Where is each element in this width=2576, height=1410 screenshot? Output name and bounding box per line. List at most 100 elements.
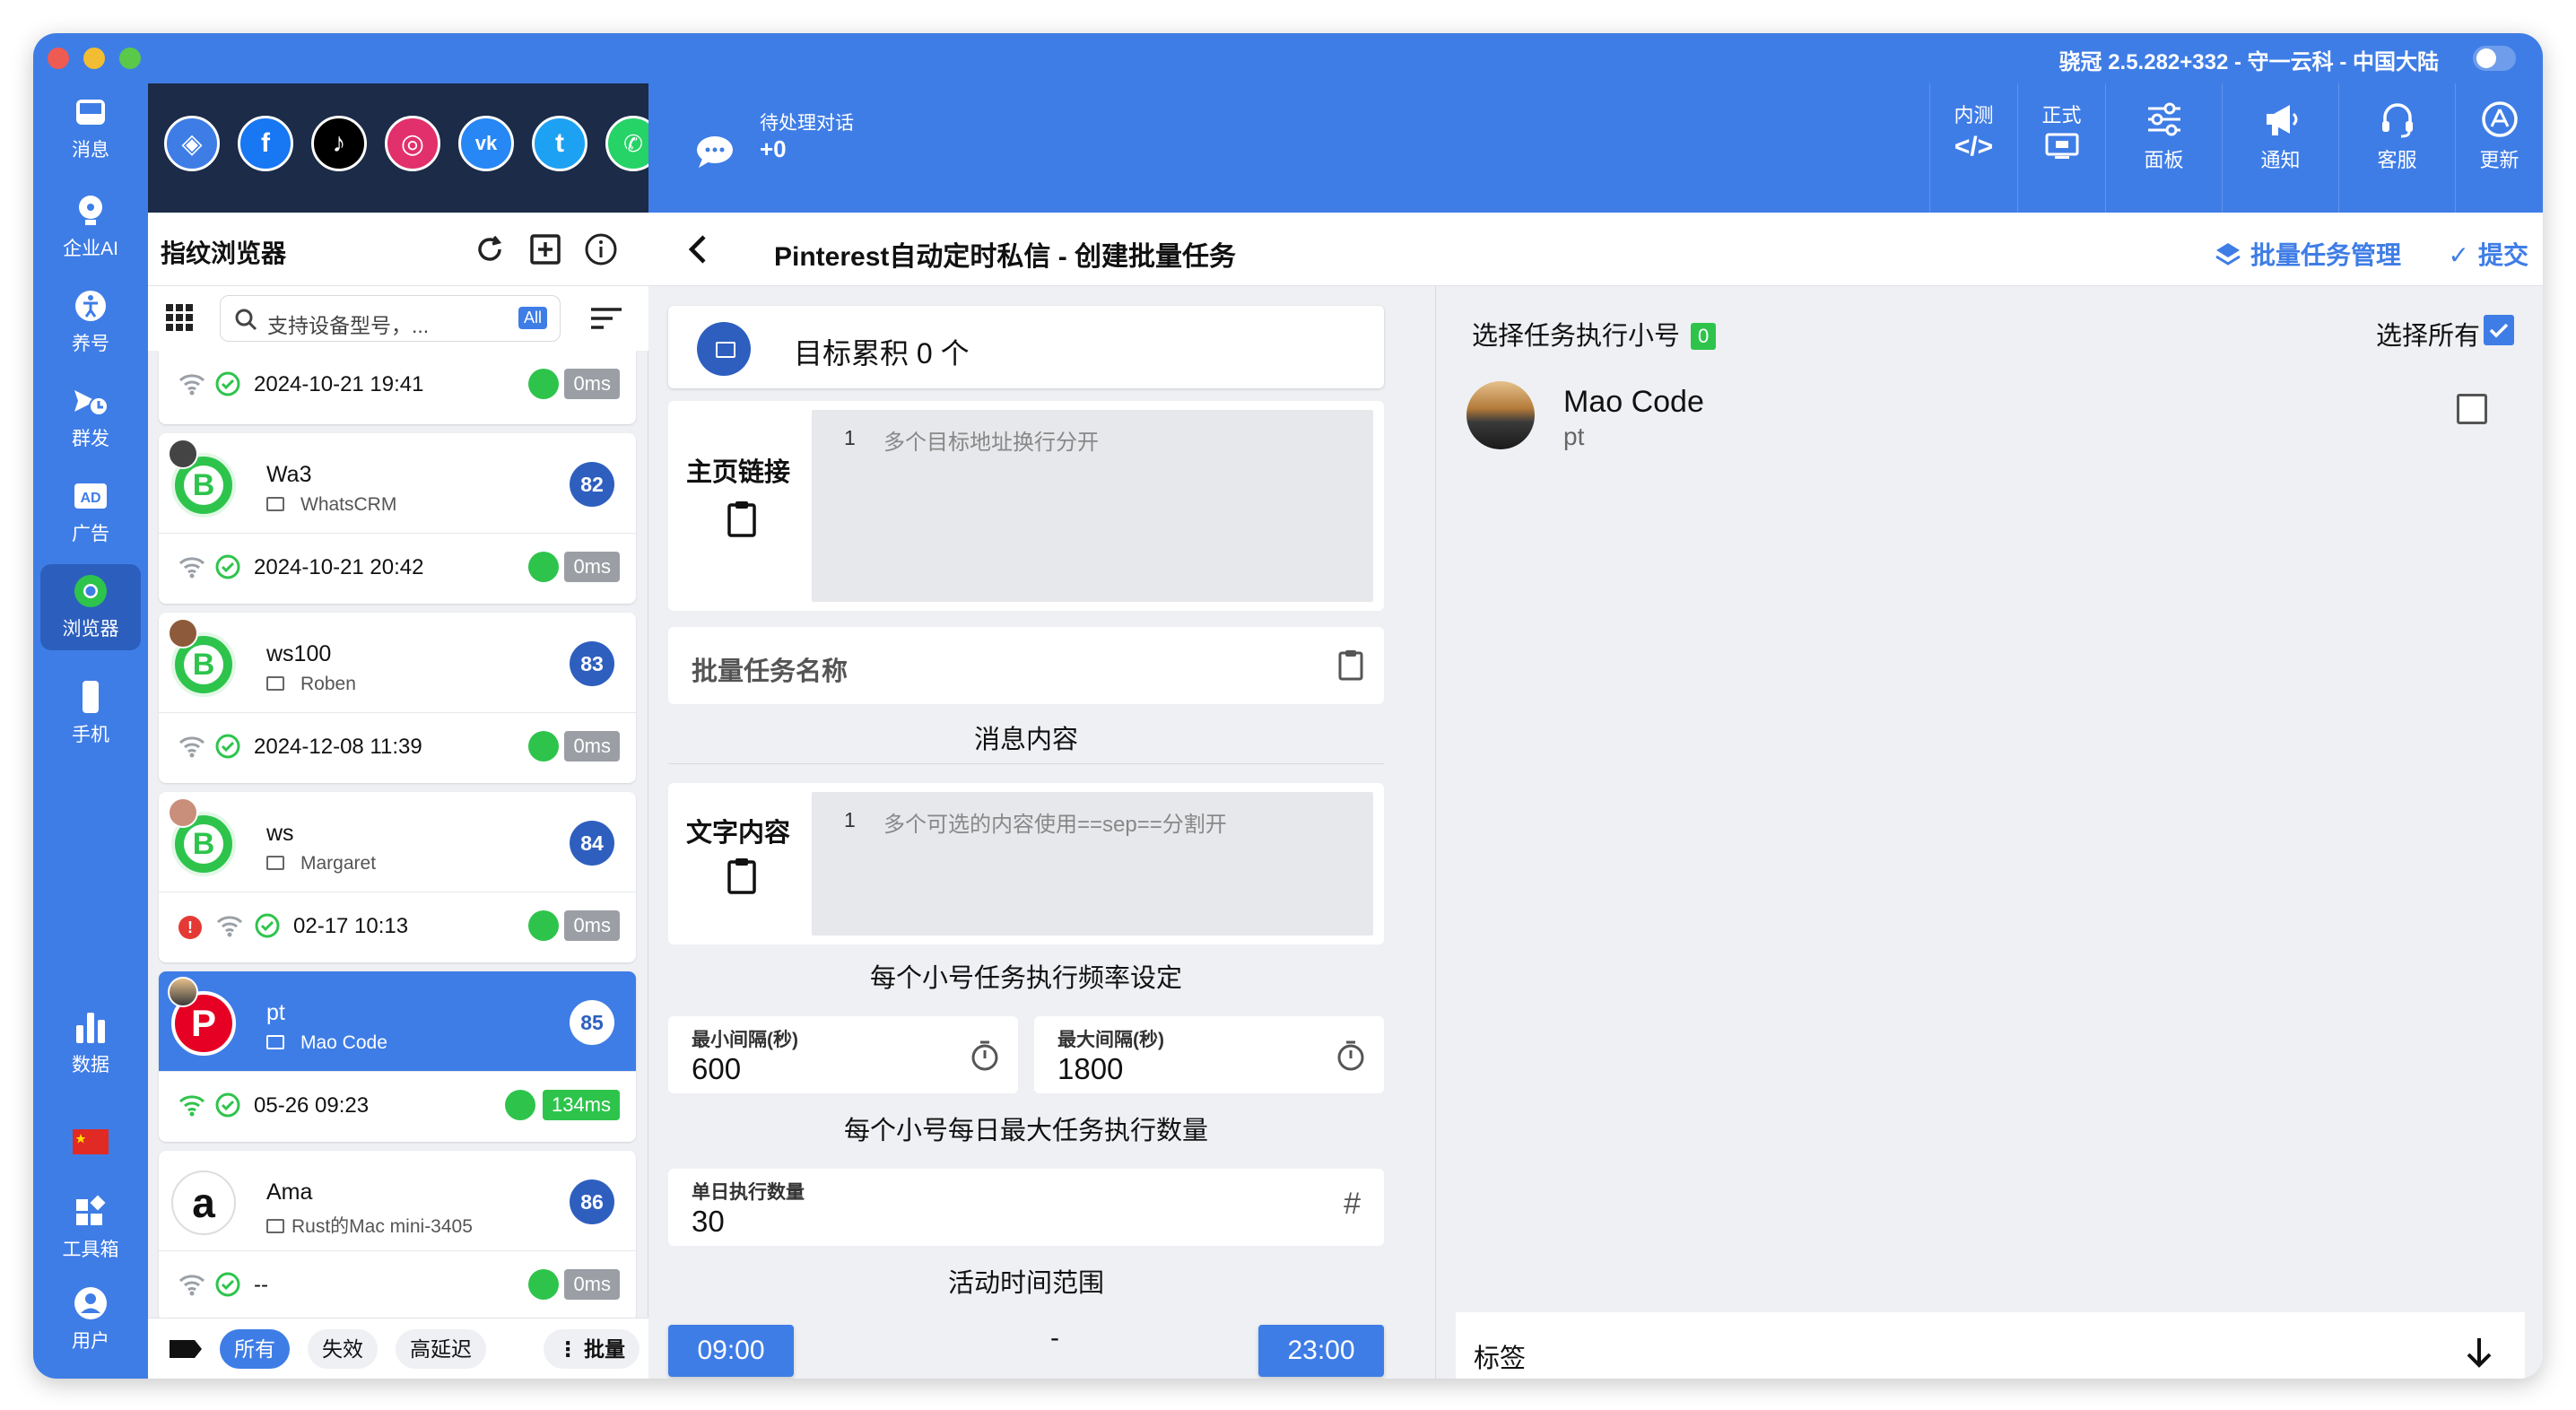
end-time-button[interactable]: 23:00 xyxy=(1258,1325,1384,1377)
search-scope-badge[interactable]: All xyxy=(518,307,547,329)
nav-nurture[interactable]: 养号 xyxy=(40,288,141,356)
latency-badge: 0ms xyxy=(564,910,620,941)
filter-all-chip[interactable]: 所有 xyxy=(220,1329,290,1369)
tag-icon[interactable] xyxy=(168,1336,204,1362)
message-content-heading: 消息内容 xyxy=(973,726,1078,754)
select-all-label[interactable]: 选择所有 xyxy=(2376,315,2480,352)
laptop-icon xyxy=(266,1219,284,1233)
profile-owner: Mao Code xyxy=(266,1032,387,1054)
search-placeholder: 支持设备型号，... xyxy=(267,314,430,337)
tag-select[interactable]: 标签 xyxy=(1456,1312,2525,1379)
profile-card-selected[interactable]: P pt Mao Code 85 05-26 09:23 134ms xyxy=(159,971,636,1142)
verified-icon xyxy=(255,913,280,938)
select-all-checkbox[interactable] xyxy=(2484,315,2514,345)
min-interval-field[interactable]: 最小间隔(秒) 600 xyxy=(668,1016,1018,1093)
laptop-icon xyxy=(266,497,284,511)
account-name: Mao Code xyxy=(1563,385,1704,419)
profile-name: Wa3 xyxy=(266,462,312,487)
profile-card-partial[interactable]: 2024-10-21 19:41 0ms xyxy=(159,351,636,424)
submit-button[interactable]: ✓ 提交 xyxy=(2449,236,2528,272)
profile-card[interactable]: a Ama Rust的Mac mini-3405 86 -- 0ms xyxy=(159,1151,636,1321)
verified-icon xyxy=(215,1272,240,1297)
nav-browser[interactable]: 浏览器 xyxy=(40,564,141,650)
profile-number-badge: 86 xyxy=(570,1179,614,1224)
latency-badge: 0ms xyxy=(564,552,620,582)
account-selection-panel: 选择任务执行小号 0 选择所有 Mao Code pt 标签 xyxy=(1436,286,2543,1379)
wifi-icon xyxy=(178,736,205,758)
nav-phone[interactable]: 手机 xyxy=(40,679,141,747)
megaphone-icon xyxy=(2266,105,2297,135)
notifications-button[interactable]: 通知 xyxy=(2222,83,2338,213)
nav-user[interactable]: 用户 xyxy=(40,1285,141,1353)
nav-broadcast[interactable]: 群发 xyxy=(40,383,141,451)
close-window-button[interactable] xyxy=(48,48,69,69)
add-profile-icon[interactable] xyxy=(528,232,562,266)
account-checkbox[interactable] xyxy=(2457,394,2487,424)
nav-toolbox[interactable]: 工具箱 xyxy=(40,1194,141,1262)
daily-count-field[interactable]: 单日执行数量 30 # xyxy=(668,1169,1384,1246)
grid-view-icon[interactable] xyxy=(166,304,193,331)
latency-badge: 0ms xyxy=(564,369,620,399)
beta-channel-button[interactable]: 内测 </> xyxy=(1929,83,2017,213)
profile-card[interactable]: B Wa3 WhatsCRM 82 2024-10-21 20:42 0ms xyxy=(159,433,636,604)
chat-bubble-icon xyxy=(697,136,733,168)
profile-card[interactable]: B ws Margaret 84 ! 02-17 10:13 0ms xyxy=(159,792,636,962)
search-input[interactable]: 支持设备型号，... All xyxy=(220,295,561,342)
tiktok-icon[interactable]: ♪ xyxy=(311,116,367,171)
sort-icon[interactable] xyxy=(589,304,623,333)
theme-toggle[interactable] xyxy=(2473,46,2516,71)
instagram-icon[interactable]: ◎ xyxy=(385,116,440,171)
page-title: Pinterest自动定时私信 - 创建批量任务 xyxy=(774,242,1237,272)
back-arrow-icon[interactable] xyxy=(684,234,711,265)
panel-button[interactable]: 面板 xyxy=(2105,83,2222,213)
facebook-icon[interactable]: f xyxy=(238,116,293,171)
pending-conversations[interactable]: 待处理对话 +0 xyxy=(695,109,964,180)
zoom-window-button[interactable] xyxy=(119,48,141,69)
time-range-separator: - xyxy=(1050,1323,1059,1353)
nav-data[interactable]: 数据 xyxy=(40,1009,141,1077)
vk-icon[interactable]: vk xyxy=(458,116,514,171)
refresh-icon[interactable] xyxy=(473,232,507,266)
verified-icon xyxy=(215,734,240,759)
release-channel-button[interactable]: 正式 xyxy=(2017,83,2105,213)
monitor-icon xyxy=(2045,133,2078,159)
bulk-actions-button[interactable]: ⋮ 批量 xyxy=(543,1329,640,1369)
left-nav-rail: 消息 企业AI 养号 群发 AD 广告 浏览器 手机 数据 工具箱 用户 xyxy=(33,83,148,1379)
clipboard-icon[interactable] xyxy=(724,500,760,539)
clipboard-icon[interactable] xyxy=(1336,648,1366,681)
account-row[interactable]: Mao Code pt xyxy=(1456,372,2525,467)
nav-messages[interactable]: 消息 xyxy=(40,94,141,162)
minimize-window-button[interactable] xyxy=(83,48,105,69)
task-name-input[interactable]: 批量任务名称 xyxy=(668,627,1384,704)
filter-invalid-chip[interactable]: 失效 xyxy=(308,1329,378,1369)
language-flag[interactable] xyxy=(40,1124,141,1165)
text-content-textarea[interactable]: 1 多个可选的内容使用==sep==分割开 xyxy=(812,792,1373,936)
clipboard-icon[interactable] xyxy=(724,857,760,896)
pending-count: +0 xyxy=(760,135,787,162)
profile-card[interactable]: B ws100 Roben 83 2024-12-08 11:39 0ms xyxy=(159,613,636,783)
update-button[interactable]: 更新 xyxy=(2455,83,2543,213)
browser-profile-panel: 指纹浏览器 支持设备型号，... All 2024-10-21 19:41 0m… xyxy=(148,213,648,1379)
browser-logo-icon[interactable]: ◈ xyxy=(164,116,220,171)
inbox-icon xyxy=(76,100,105,125)
profile-owner: Margaret xyxy=(266,853,376,875)
chrome-icon xyxy=(74,575,107,607)
twitter-icon[interactable]: t xyxy=(532,116,587,171)
info-icon[interactable] xyxy=(584,232,618,266)
filter-high-latency-chip[interactable]: 高延迟 xyxy=(396,1329,486,1369)
person-icon xyxy=(75,291,106,321)
bulk-task-manage-link[interactable]: 批量任务管理 xyxy=(2215,236,2401,272)
check-icon xyxy=(2489,323,2509,338)
nav-ads[interactable]: AD 广告 xyxy=(40,478,141,546)
start-time-button[interactable]: 09:00 xyxy=(668,1325,794,1377)
max-interval-field[interactable]: 最大间隔(秒) 1800 xyxy=(1034,1016,1384,1093)
target-summary: 目标累积 0 个 xyxy=(668,306,1384,388)
verified-icon xyxy=(215,371,240,396)
max-interval-label: 最大间隔(秒) xyxy=(1057,1030,1164,1050)
support-button[interactable]: 客服 xyxy=(2338,83,2455,213)
profile-owner: WhatsCRM xyxy=(266,494,396,516)
globe-icon xyxy=(528,1269,559,1300)
laptop-icon xyxy=(266,676,284,691)
nav-enterprise-ai[interactable]: 企业AI xyxy=(40,193,141,261)
homepage-links-textarea[interactable]: 1 多个目标地址换行分开 xyxy=(812,410,1373,602)
